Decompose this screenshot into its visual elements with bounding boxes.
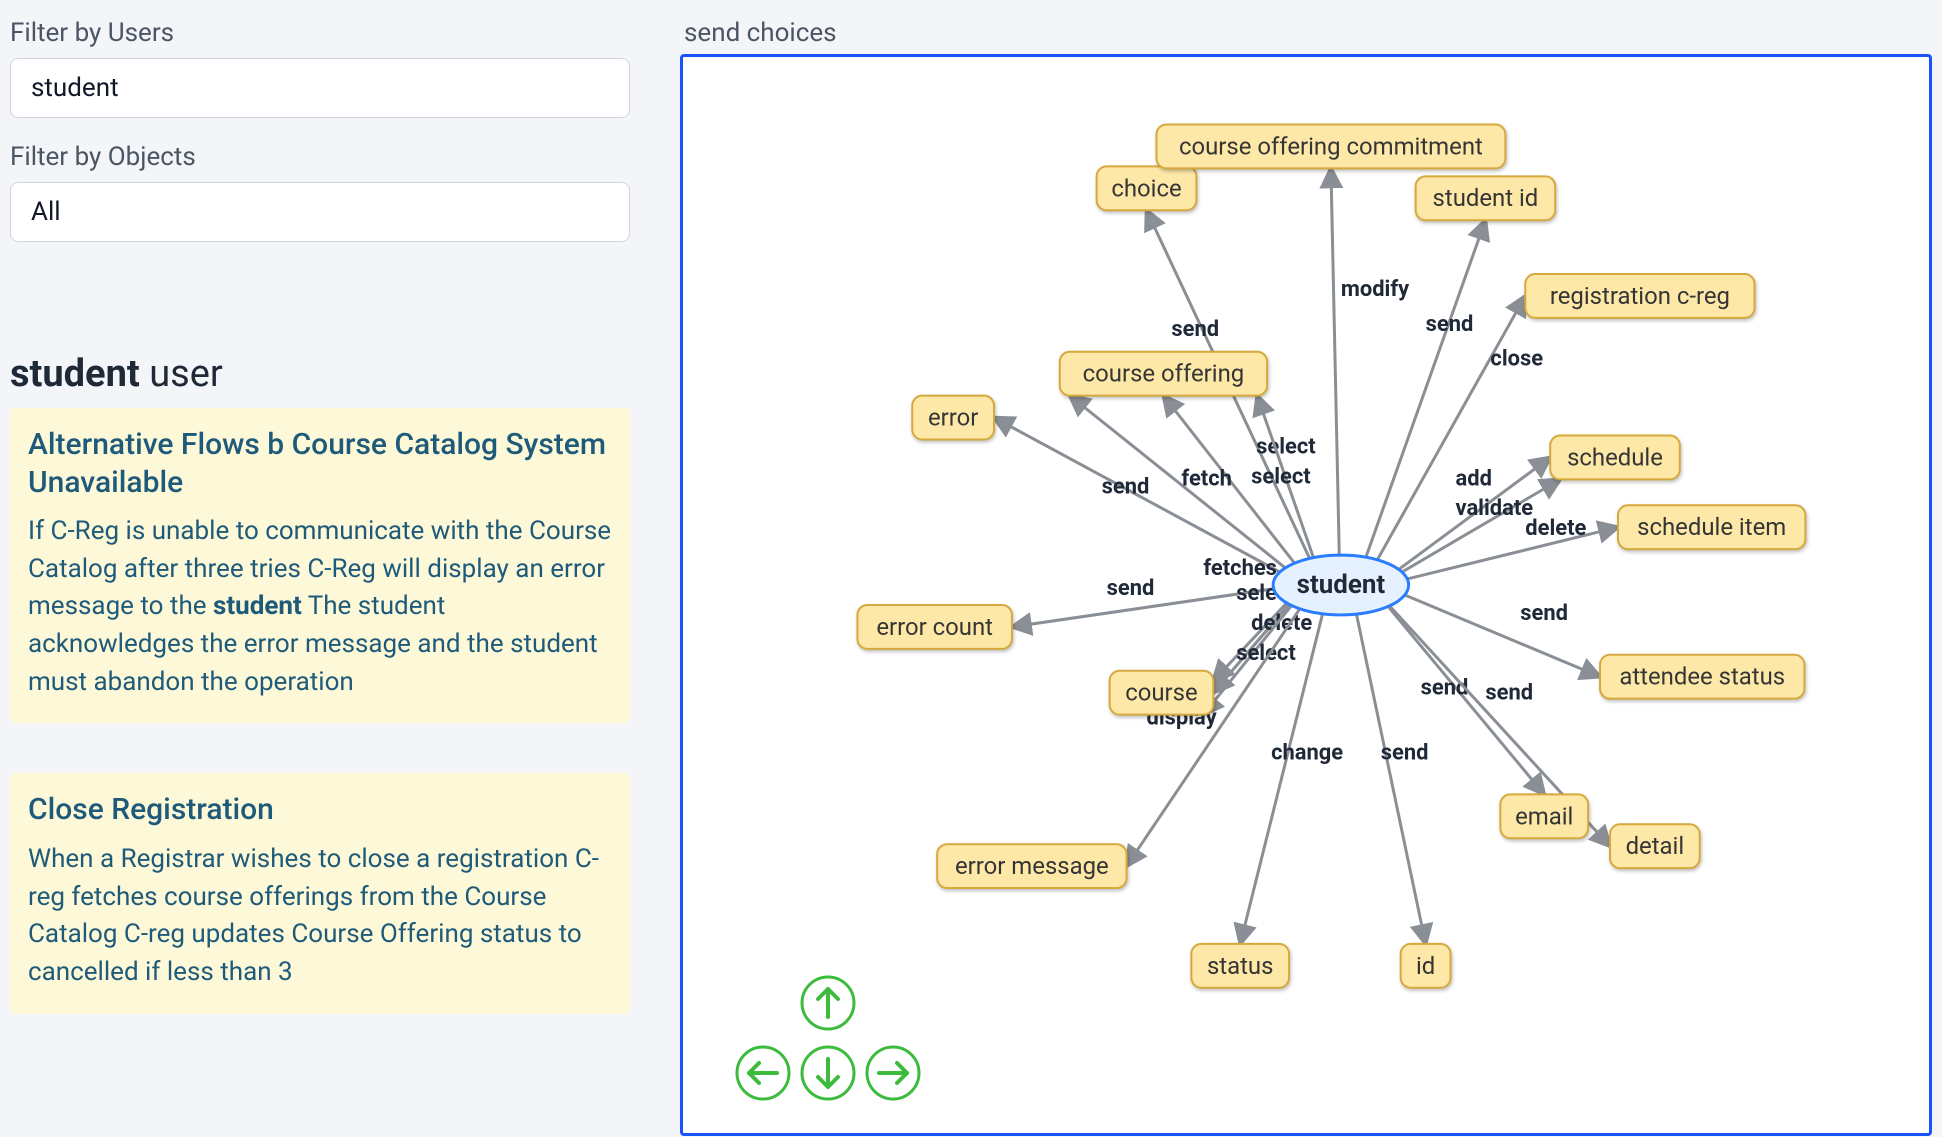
entity-role: user xyxy=(149,352,223,396)
graph-panel[interactable]: send modify send close select select fetch send… xyxy=(680,54,1932,1136)
svg-text:select: select xyxy=(1236,641,1296,666)
svg-text:detail: detail xyxy=(1626,832,1685,860)
svg-text:schedule: schedule xyxy=(1567,443,1663,471)
graph-node[interactable]: course offering commitment xyxy=(1156,125,1505,169)
svg-text:modify: modify xyxy=(1341,277,1409,302)
svg-text:course offering commitment: course offering commitment xyxy=(1179,132,1483,160)
svg-text:course: course xyxy=(1125,679,1197,707)
graph-node[interactable]: attendee status xyxy=(1600,655,1804,699)
svg-text:send: send xyxy=(1381,740,1429,765)
svg-text:error message: error message xyxy=(955,852,1109,880)
svg-text:add: add xyxy=(1456,466,1492,491)
graph-node[interactable]: schedule item xyxy=(1618,505,1805,549)
svg-text:email: email xyxy=(1515,802,1573,830)
graph-edge: send xyxy=(1405,595,1600,677)
svg-text:select: select xyxy=(1251,464,1311,489)
graph-node[interactable]: error message xyxy=(937,844,1126,888)
filter-users-select[interactable]: student xyxy=(10,58,630,118)
svg-text:send: send xyxy=(1520,601,1568,626)
graph-edge: send xyxy=(1356,614,1428,944)
usecase-card-body: When a Registrar wishes to close a regis… xyxy=(28,841,612,992)
graph-node[interactable]: course offering xyxy=(1060,352,1267,396)
sidebar: Filter by Users student Filter by Object… xyxy=(0,0,640,1136)
graph-edge: modify xyxy=(1331,168,1409,555)
nav-right-button[interactable] xyxy=(867,1047,919,1099)
svg-text:validate: validate xyxy=(1456,496,1534,521)
svg-text:close: close xyxy=(1490,347,1543,372)
svg-text:delete: delete xyxy=(1525,516,1586,541)
svg-text:send: send xyxy=(1421,676,1469,701)
graph-node[interactable]: error xyxy=(912,396,994,440)
svg-text:send: send xyxy=(1107,576,1155,601)
main: send choices sendmodifysendcloseselectse… xyxy=(640,0,1942,1136)
svg-text:error: error xyxy=(928,404,978,432)
graph-node[interactable]: id xyxy=(1401,944,1451,988)
graph-edge: delete xyxy=(1407,516,1618,579)
entity-name: student xyxy=(10,352,140,396)
svg-text:send: send xyxy=(1102,474,1150,499)
graph-node[interactable]: student id xyxy=(1416,176,1556,220)
svg-text:student id: student id xyxy=(1433,184,1539,212)
graph-center-node[interactable]: student xyxy=(1273,555,1409,615)
svg-text:error count: error count xyxy=(876,613,993,641)
svg-text:select: select xyxy=(1256,434,1316,459)
nav-down-button[interactable] xyxy=(802,1047,854,1099)
svg-text:status: status xyxy=(1207,952,1274,980)
filter-objects-select[interactable]: All xyxy=(10,182,630,242)
svg-text:delete: delete xyxy=(1251,611,1312,636)
svg-text:send: send xyxy=(1171,317,1219,342)
svg-text:fetches: fetches xyxy=(1203,556,1277,581)
graph-title: send choices xyxy=(684,18,1932,48)
nav-left-button[interactable] xyxy=(737,1047,789,1099)
graph-nav-controls xyxy=(723,973,933,1113)
graph-edge: send xyxy=(1012,576,1274,627)
filter-users-label: Filter by Users xyxy=(10,18,630,48)
usecase-card[interactable]: Close Registration When a Registrar wish… xyxy=(10,773,630,1013)
svg-text:id: id xyxy=(1416,952,1435,980)
usecase-card-title: Alternative Flows b Course Catalog Syste… xyxy=(28,426,612,501)
graph-node[interactable]: detail xyxy=(1610,824,1700,868)
graph-node[interactable]: choice xyxy=(1097,166,1197,210)
svg-text:registration c-reg: registration c-reg xyxy=(1550,282,1730,310)
graph-edge: select xyxy=(1251,396,1313,558)
svg-text:fetch: fetch xyxy=(1181,466,1232,491)
graph-node[interactable]: status xyxy=(1191,944,1289,988)
filter-objects-value: All xyxy=(31,197,61,227)
svg-text:student: student xyxy=(1297,570,1386,600)
usecase-card-title: Close Registration xyxy=(28,791,612,829)
svg-text:attendee status: attendee status xyxy=(1619,663,1785,691)
entity-heading: student user xyxy=(10,352,630,396)
filter-users-value: student xyxy=(31,73,119,103)
graph-node[interactable]: error count xyxy=(857,605,1012,649)
svg-text:change: change xyxy=(1271,740,1343,765)
svg-text:choice: choice xyxy=(1111,174,1181,202)
graph-node[interactable]: schedule xyxy=(1550,436,1680,480)
graph-node[interactable]: course xyxy=(1110,671,1214,715)
graph-edge: display xyxy=(1127,609,1300,866)
graph-node[interactable]: email xyxy=(1500,794,1588,838)
filter-objects-label: Filter by Objects xyxy=(10,142,630,172)
svg-text:send: send xyxy=(1426,312,1474,337)
graph-node[interactable]: registration c-reg xyxy=(1525,274,1754,318)
graph-edge: send xyxy=(994,418,1280,572)
svg-text:send: send xyxy=(1485,681,1533,706)
nav-up-button[interactable] xyxy=(802,977,854,1029)
graph-svg[interactable]: send modify send close select select fetch send… xyxy=(683,57,1929,1133)
svg-text:schedule item: schedule item xyxy=(1637,513,1786,541)
usecase-card-body: If C-Reg is unable to communicate with t… xyxy=(28,513,612,701)
svg-text:course offering: course offering xyxy=(1083,360,1245,388)
usecase-card[interactable]: Alternative Flows b Course Catalog Syste… xyxy=(10,408,630,723)
